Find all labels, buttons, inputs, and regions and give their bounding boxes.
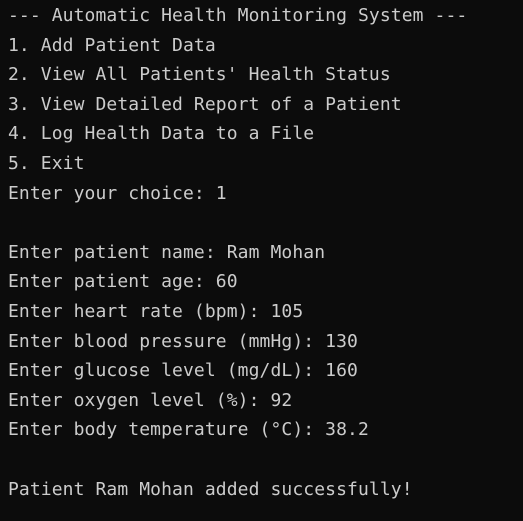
oxygen-level-prompt: Enter oxygen level (%): 92 — [8, 389, 293, 411]
glucose-level-prompt: Enter glucose level (mg/dL): 160 — [8, 360, 358, 382]
menu-option-log-data: 4. Log Health Data to a File — [8, 123, 315, 145]
blood-pressure-prompt: Enter blood pressure (mmHg): 130 — [8, 330, 358, 352]
heart-rate-prompt: Enter heart rate (bpm): 105 — [8, 300, 304, 322]
menu-option-detailed-report: 3. View Detailed Report of a Patient — [8, 93, 402, 115]
choice-prompt: Enter your choice: 1 — [8, 182, 227, 204]
terminal-window[interactable]: --- Automatic Health Monitoring System -… — [0, 0, 523, 521]
patient-age-prompt: Enter patient age: 60 — [8, 271, 238, 293]
menu-option-add-patient: 1. Add Patient Data — [8, 34, 216, 56]
menu-option-view-all: 2. View All Patients' Health Status — [8, 64, 391, 86]
menu-header: --- Automatic Health Monitoring System -… — [8, 5, 468, 26]
success-message: Patient Ram Mohan added successfully! — [8, 478, 413, 500]
menu-option-exit: 5. Exit — [8, 152, 85, 174]
patient-name-prompt: Enter patient name: Ram Mohan — [8, 241, 326, 263]
body-temperature-prompt: Enter body temperature (°C): 38.2 — [8, 419, 369, 441]
